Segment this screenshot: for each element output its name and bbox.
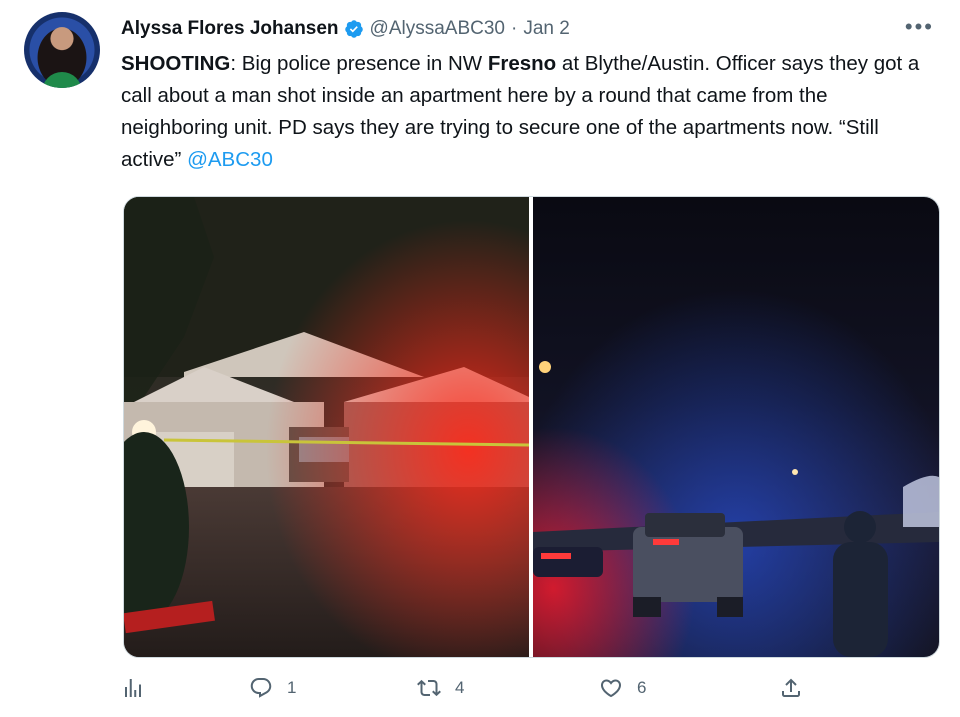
verified-badge-icon (344, 20, 363, 38)
analytics-button[interactable] (121, 676, 145, 700)
heart-icon (600, 679, 622, 698)
reply-button[interactable]: 1 (249, 676, 296, 700)
text-shooting: SHOOTING (121, 52, 231, 75)
share-icon (782, 678, 800, 697)
author-handle[interactable]: @AlyssaABC30 (370, 18, 505, 40)
like-button[interactable]: 6 (599, 676, 646, 700)
reply-count: 1 (287, 678, 297, 697)
text-fresno: Fresno (487, 52, 557, 75)
tweet-text: SHOOTING: Big police presence in NW Fres… (121, 48, 931, 176)
tweet-date[interactable]: Jan 2 (523, 18, 569, 40)
retweet-icon (417, 679, 441, 697)
more-options-icon[interactable]: ••• (905, 14, 934, 40)
text-part-2: : Big police presence in NW (230, 52, 488, 75)
reply-icon (250, 678, 272, 698)
avatar-shoulder (42, 72, 82, 88)
mention-link[interactable]: @ABC30 (187, 148, 273, 171)
analytics-icon (125, 679, 141, 697)
separator-dot: · (511, 18, 518, 39)
like-count: 6 (637, 678, 647, 697)
photo-house-illustration (124, 197, 529, 657)
tweet-actions: 1 4 6 (121, 676, 821, 708)
retweet-count: 4 (455, 678, 465, 697)
retweet-button[interactable]: 4 (417, 676, 464, 700)
tweet-header: Alyssa Flores Johansen @AlyssaABC30 · Ja… (121, 17, 570, 41)
author-avatar[interactable] (24, 12, 100, 88)
author-name[interactable]: Alyssa Flores Johansen (121, 18, 339, 40)
tweet-media[interactable] (123, 196, 940, 658)
photo-house-scene[interactable] (124, 197, 529, 657)
share-button[interactable] (779, 676, 803, 700)
photo-police-scene[interactable] (533, 197, 939, 657)
photo-police-illustration (533, 197, 939, 657)
